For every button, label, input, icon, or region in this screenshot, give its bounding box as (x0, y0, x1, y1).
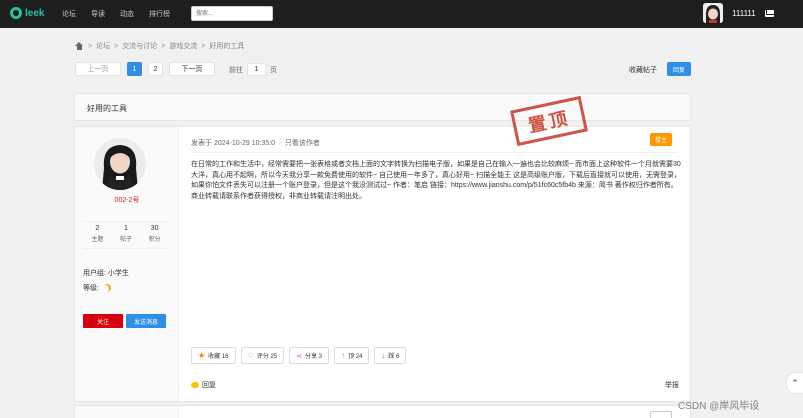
stat-topics-value: 2 (95, 225, 100, 232)
user-group: 用户组: 小学生 (83, 268, 129, 278)
mail-icon[interactable] (765, 10, 774, 17)
share-button[interactable]: ⋖ 分享 3 (289, 347, 330, 364)
nav-item-guide[interactable]: 导读 (91, 9, 105, 19)
post-time: 发表于 2024-10-29 10:35:0 (191, 140, 276, 147)
goto-unit: 页 (270, 67, 277, 74)
stat-points-label: 积分 (148, 237, 161, 243)
meta-separator: | (279, 138, 281, 145)
stat-points-value: 30 (150, 225, 159, 232)
follow-button[interactable]: 关注 (83, 314, 123, 328)
post-meta: 发表于 2024-10-29 10:35:0 | 只看该作者 (191, 138, 320, 148)
downvote-label: 踩 6 (388, 354, 400, 360)
back-to-top-button[interactable]: ⌃ (786, 372, 803, 394)
rate-button[interactable]: ♡ 评分 25 (240, 347, 285, 364)
username-label[interactable]: 111111 (732, 9, 756, 18)
share-icon: ⋖ (296, 352, 303, 360)
search-input[interactable] (191, 6, 273, 21)
user-level: 等级: (83, 283, 111, 293)
star-icon: ★ (198, 351, 206, 360)
only-author-link[interactable]: 只看该作者 (285, 138, 320, 148)
upvote-button[interactable]: ↑ 顶 24 (334, 347, 370, 364)
post-reply-label: 回复 (202, 382, 216, 389)
rate-label: 评分 25 (256, 354, 278, 360)
floor-badge: 楼主 (650, 133, 672, 146)
breadcrumb-forum[interactable]: 论坛 (96, 41, 110, 51)
moon-icon (103, 284, 111, 292)
report-link[interactable]: 举报 (665, 380, 679, 390)
down-arrow-icon: ↓ (381, 351, 386, 360)
next-post-card (74, 405, 691, 418)
breadcrumb: > 论坛 > 交流与讨论 > 游戏交流 > 好用的工具 (75, 41, 244, 51)
breadcrumb-sep: > (88, 42, 93, 50)
site-logo[interactable]: leek (10, 7, 44, 19)
logo-icon (10, 7, 22, 19)
upvote-label: 顶 24 (348, 354, 363, 360)
author-stats: 2 主题 1 帖子 30 积分 (83, 221, 169, 249)
stat-posts-value: 1 (124, 225, 128, 232)
user-level-label: 等级: (83, 285, 99, 292)
next-page-button[interactable]: 下一页 (169, 62, 215, 76)
breadcrumb-current: 好用的工具 (209, 43, 245, 50)
downvote-button[interactable]: ↓ 踩 6 (374, 347, 407, 364)
nav-item-ranking[interactable]: 排行榜 (149, 9, 170, 19)
nav-item-forum[interactable]: 论坛 (62, 9, 76, 19)
page-1-button[interactable]: 1 (127, 62, 142, 76)
user-avatar[interactable] (703, 3, 723, 23)
breadcrumb-discussion[interactable]: 交流与讨论 (122, 41, 157, 51)
share-label: 分享 3 (305, 354, 323, 360)
stat-posts[interactable]: 1 帖子 (112, 222, 141, 248)
user-group-value: 小学生 (107, 270, 129, 277)
stat-points[interactable]: 30 积分 (140, 222, 169, 248)
breadcrumb-sep: > (114, 42, 119, 50)
send-message-button[interactable]: 发送消息 (126, 314, 166, 328)
page-2-button[interactable]: 2 (148, 62, 163, 76)
reply-button[interactable]: 回复 (667, 62, 691, 76)
post-reply-link[interactable]: 回复 (191, 380, 216, 390)
main-nav: 论坛 导读 动态 排行榜 (62, 9, 170, 19)
author-name[interactable]: 002-2号 (75, 195, 179, 205)
breadcrumb-sep: > (161, 42, 166, 50)
post-content: 在日常的工作和生活中，经常需要把一张表格或者文档上面的文字转换为扫描电子版，如果… (191, 161, 682, 200)
next-post-sidebar (75, 406, 179, 418)
goto-page-input[interactable]: 1 (247, 63, 266, 76)
meta-divider (191, 152, 678, 153)
thumb-icon: ♡ (247, 352, 254, 360)
next-post-badge (650, 411, 672, 418)
chevron-up-icon: ⌃ (791, 377, 799, 388)
prev-page-button[interactable]: 上一页 (75, 62, 121, 76)
post-actions: ★ 收藏 16 ♡ 评分 25 ⋖ 分享 3 ↑ 顶 24 ↓ 踩 6 (191, 347, 407, 364)
post-card: 002-2号 2 主题 1 帖子 30 积分 用户组: 小学生 等级: 关注 发… (74, 95, 691, 402)
pagination: 上一页 1 2 下一页 (75, 62, 215, 76)
collect-thread-link[interactable]: 收藏帖子 (629, 65, 657, 75)
breadcrumb-sep: > (201, 42, 206, 50)
stat-topics[interactable]: 2 主题 (83, 222, 112, 248)
watermark: CSDN @岸风毕设 (678, 401, 760, 412)
favorite-button[interactable]: ★ 收藏 16 (191, 347, 236, 364)
thread-title-bar: 好用的工具 (74, 93, 691, 121)
top-navbar: leek 论坛 导读 动态 排行榜 111111 (0, 0, 803, 28)
breadcrumb-game[interactable]: 游戏交流 (169, 41, 197, 51)
user-group-label: 用户组: (83, 270, 106, 277)
logo-text: leek (25, 7, 45, 19)
stat-posts-label: 帖子 (120, 237, 133, 243)
up-arrow-icon: ↑ (341, 351, 346, 360)
goto-label: 前往 (229, 67, 243, 74)
favorite-label: 收藏 16 (208, 354, 229, 360)
author-sidebar: 002-2号 2 主题 1 帖子 30 积分 用户组: 小学生 等级: 关注 发… (75, 127, 179, 401)
nav-item-activity[interactable]: 动态 (120, 9, 134, 19)
thread-title: 好用的工具 (87, 104, 127, 113)
stat-topics-label: 主题 (91, 237, 104, 243)
home-icon[interactable] (75, 42, 84, 50)
chat-icon (191, 382, 199, 388)
author-avatar[interactable] (94, 138, 146, 190)
